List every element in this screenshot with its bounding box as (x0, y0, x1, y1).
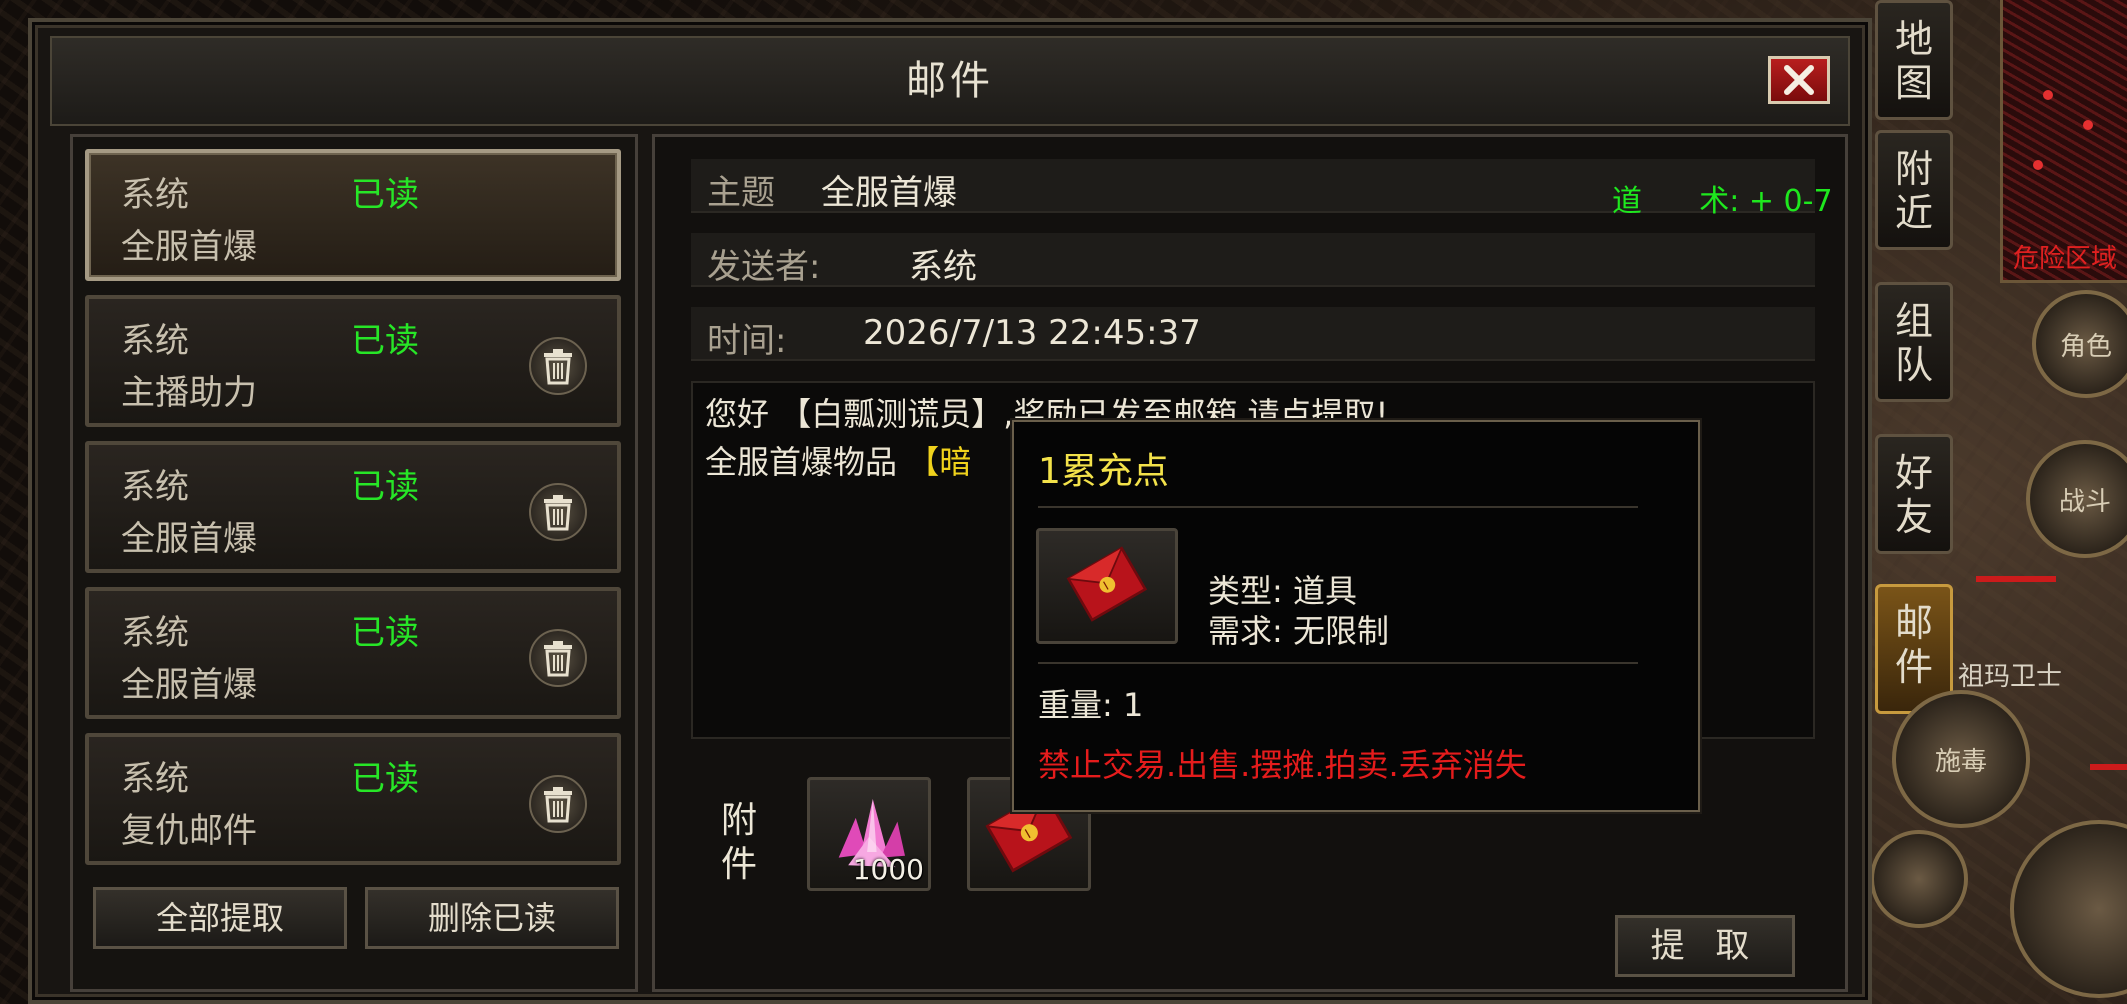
tab-friends-label: 好友 (1894, 451, 1933, 539)
delete-read-button[interactable]: 删除已读 (365, 887, 619, 949)
tooltip-weight-label: 重量: (1038, 686, 1113, 724)
claim-all-button[interactable]: 全部提取 (93, 887, 347, 949)
close-icon (1784, 65, 1814, 95)
character-button-label: 角色 (2059, 331, 2112, 362)
tooltip-divider (1038, 506, 1638, 508)
floating-stat-text: 道 术: + 0-7 (1612, 184, 1833, 219)
mail-status: 已读 (351, 759, 419, 799)
mail-sender: 系统 (121, 613, 189, 653)
attachment-slot[interactable]: 1000 (807, 777, 931, 891)
attachments-label: 附件 (721, 800, 758, 885)
mail-status: 已读 (351, 175, 419, 215)
tab-mail-label: 邮件 (1894, 601, 1933, 689)
mail-status: 已读 (351, 613, 419, 653)
red-envelope-icon: I (1066, 546, 1148, 622)
time-field: 时间: 2026/7/13 22:45:37 (691, 307, 1815, 361)
tooltip-divider (1038, 662, 1638, 664)
time-value: 2026/7/13 22:45:37 (863, 313, 1201, 353)
delete-mail-button[interactable] (529, 629, 587, 687)
danger-zone-label: 危险区域 (2013, 244, 2118, 274)
mail-list-item[interactable]: 系统 已读 全服首爆 (85, 149, 621, 281)
minimap-marker (2033, 160, 2043, 170)
mail-subject: 全服首爆 (121, 665, 257, 705)
npc-health-bar (1976, 576, 2056, 582)
trash-icon (544, 641, 572, 677)
tooltip-type-value: 道具 (1292, 572, 1357, 610)
mail-list-item[interactable]: 系统 已读 主播助力 (85, 295, 621, 427)
tooltip-requirement: 需求: 无限制 (1208, 606, 1389, 652)
close-button[interactable] (1768, 56, 1830, 104)
mail-subject: 全服首爆 (121, 227, 257, 267)
body-greeting: 您好 (705, 395, 770, 433)
claim-button[interactable]: 提 取 (1615, 915, 1795, 977)
tab-nearby[interactable]: 附近 (1875, 130, 1953, 250)
time-label: 时间: (707, 321, 787, 361)
tab-map-label: 地图 (1894, 17, 1933, 105)
body-player-name: 【白瓢测谎员】 (779, 395, 1004, 433)
mail-status: 已读 (351, 321, 419, 361)
tooltip-req-label: 需求: (1208, 612, 1283, 650)
tooltip-weight: 重量: 1 (1038, 680, 1143, 726)
mail-list-item[interactable]: 系统 已读 全服首爆 (85, 441, 621, 573)
tooltip-req-value: 无限制 (1292, 612, 1389, 650)
tooltip-item-slot: I (1036, 528, 1178, 644)
body-item-name: 【暗 (907, 443, 972, 481)
minimap[interactable]: 危险区域 (2000, 0, 2127, 283)
item-tooltip: 1累充点 I 类型: 道具 需求: 无限制 重量: 1 禁止交易.出售.摆摊.拍… (1012, 420, 1700, 812)
subject-label: 主题 (707, 173, 775, 213)
sender-field: 发送者: 系统 (691, 233, 1815, 287)
poison-skill-button[interactable]: 施毒 (1892, 690, 2030, 828)
delete-mail-button[interactable] (529, 775, 587, 833)
tooltip-warning: 禁止交易.出售.摆摊.拍卖.丢弃消失 (1038, 746, 1527, 784)
title-bar: 邮件 (50, 36, 1850, 126)
tab-friends[interactable]: 好友 (1875, 434, 1953, 554)
mail-sender: 系统 (121, 175, 189, 215)
tooltip-title: 1累充点 (1038, 451, 1169, 492)
sender-value: 系统 (909, 247, 977, 287)
poison-skill-button-label: 施毒 (1934, 746, 1987, 777)
battle-button-label: 战斗 (2058, 486, 2111, 517)
delete-mail-button[interactable] (529, 337, 587, 395)
mail-subject: 主播助力 (121, 373, 257, 413)
tab-map[interactable]: 地图 (1875, 0, 1953, 120)
body-item-prefix: 全服首爆物品 (705, 443, 898, 481)
sender-label: 发送者: (707, 247, 821, 287)
subject-value: 全服首爆 (821, 173, 957, 213)
tab-team-label: 组队 (1894, 299, 1933, 387)
window-title: 邮件 (906, 58, 994, 104)
tooltip-type-label: 类型: (1208, 572, 1283, 610)
mail-subject: 复仇邮件 (121, 811, 257, 851)
mail-sender: 系统 (121, 467, 189, 507)
minimap-marker (2083, 120, 2093, 130)
delete-mail-button[interactable] (529, 483, 587, 541)
npc-health-bar (2090, 764, 2127, 770)
mail-list-item[interactable]: 系统 已读 全服首爆 (85, 587, 621, 719)
mail-subject: 全服首爆 (121, 519, 257, 559)
mail-status: 已读 (351, 467, 419, 507)
trash-icon (544, 349, 572, 385)
mail-body-line: 全服首爆物品 【暗 (705, 437, 971, 483)
attachment-quantity: 1000 (852, 853, 924, 886)
mail-list-item[interactable]: 系统 已读 复仇邮件 (85, 733, 621, 865)
trash-icon (544, 787, 572, 823)
mail-list[interactable]: 系统 已读 全服首爆 系统 已读 主播助力 系统 已读 全服首爆 系统 已读 全… (70, 134, 638, 992)
npc-name: 祖玛卫士 (1958, 662, 2063, 692)
tab-team[interactable]: 组队 (1875, 282, 1953, 402)
mail-sender: 系统 (121, 321, 189, 361)
skill-button[interactable] (1870, 830, 1968, 928)
mail-sender: 系统 (121, 759, 189, 799)
trash-icon (544, 495, 572, 531)
tooltip-weight-value: 1 (1122, 686, 1144, 724)
minimap-marker (2043, 90, 2053, 100)
tab-nearby-label: 附近 (1894, 147, 1933, 235)
